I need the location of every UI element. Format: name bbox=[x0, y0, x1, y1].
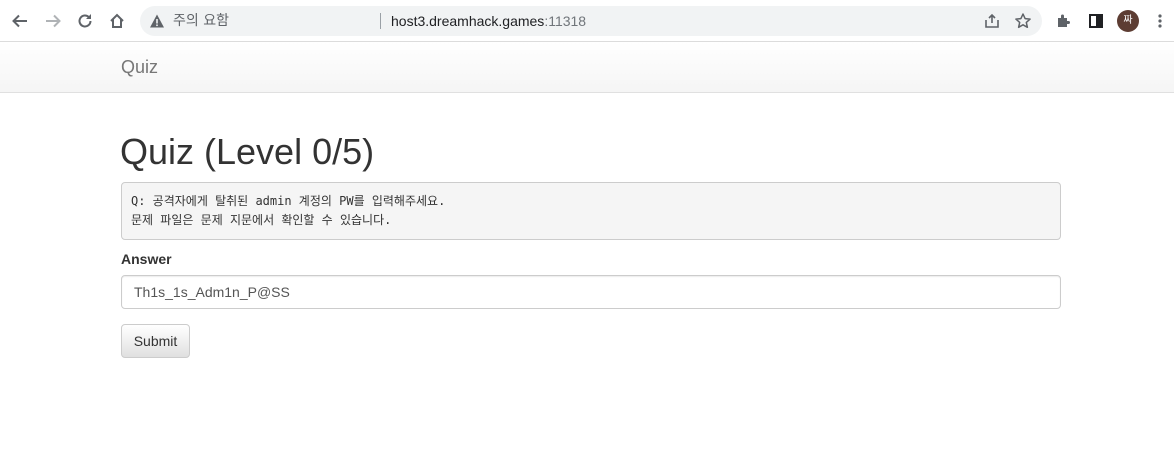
share-icon[interactable] bbox=[983, 12, 1001, 30]
reload-icon[interactable] bbox=[73, 9, 97, 33]
warning-icon[interactable] bbox=[149, 13, 165, 29]
browser-toolbar: 주의 요함 host3.dreamhack.games:11318 짜 bbox=[0, 0, 1174, 42]
question-box: Q: 공격자에게 탈취된 admin 계정의 PW를 입력해주세요. 문제 파일… bbox=[121, 182, 1061, 240]
forward-icon[interactable] bbox=[41, 9, 65, 33]
back-icon[interactable] bbox=[8, 9, 32, 33]
home-icon[interactable] bbox=[105, 9, 129, 33]
url-port: :11318 bbox=[544, 13, 587, 29]
page-title: Quiz (Level 0/5) bbox=[120, 131, 375, 172]
url-host: host3.dreamhack.games bbox=[391, 13, 545, 29]
menu-icon[interactable] bbox=[1148, 9, 1172, 33]
omnibox-divider bbox=[380, 13, 381, 29]
address-bar[interactable]: 주의 요함 host3.dreamhack.games:11318 bbox=[140, 6, 1042, 36]
navbar-brand[interactable]: Quiz bbox=[121, 57, 158, 78]
answer-input[interactable] bbox=[121, 275, 1061, 309]
side-panel-icon[interactable] bbox=[1084, 9, 1108, 33]
submit-button[interactable]: Submit bbox=[121, 324, 190, 358]
profile-avatar[interactable]: 짜 bbox=[1117, 10, 1139, 32]
extensions-icon[interactable] bbox=[1052, 9, 1076, 33]
answer-label: Answer bbox=[121, 251, 172, 267]
url-text[interactable]: host3.dreamhack.games:11318 bbox=[391, 12, 586, 30]
star-icon[interactable] bbox=[1014, 12, 1032, 30]
security-label[interactable]: 주의 요함 bbox=[173, 13, 229, 29]
site-navbar: Quiz bbox=[0, 42, 1174, 93]
